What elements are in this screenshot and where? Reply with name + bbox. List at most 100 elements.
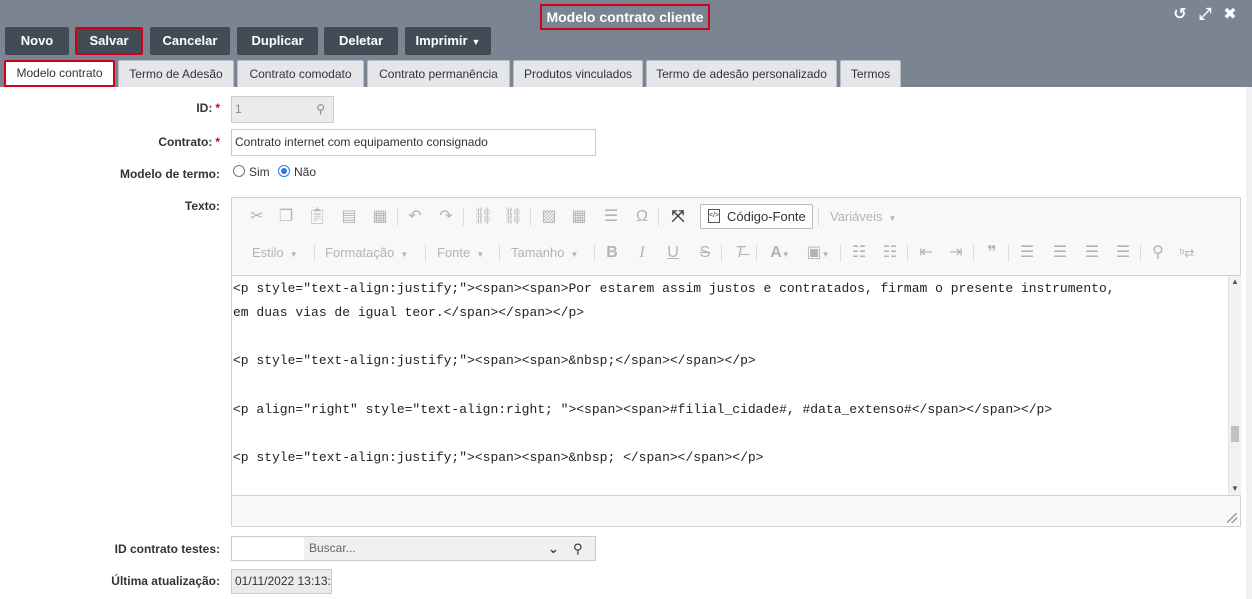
tab-termo-adesao-personalizado[interactable]: Termo de adesão personalizado bbox=[646, 60, 837, 87]
numbered-list-icon[interactable]: ☷ bbox=[849, 244, 869, 262]
background-color-icon[interactable]: ▣▼ bbox=[803, 244, 833, 264]
window-header: Modelo contrato cliente ↺ ⤢ ✖ Novo Salva… bbox=[0, 0, 1252, 87]
scroll-up-icon[interactable]: ▲ bbox=[1229, 276, 1241, 288]
toolbar-divider bbox=[530, 208, 531, 226]
deletar-button[interactable]: Deletar bbox=[324, 27, 398, 55]
tab-modelo-contrato[interactable]: Modelo contrato bbox=[4, 60, 115, 87]
toolbar-divider bbox=[314, 244, 315, 262]
editor-footer bbox=[232, 495, 1240, 526]
italic-icon[interactable]: I bbox=[632, 244, 652, 262]
imprimir-label: Imprimir bbox=[415, 33, 468, 48]
cut-icon[interactable]: ✂ bbox=[247, 208, 267, 226]
scrollbar-thumb[interactable] bbox=[1231, 426, 1239, 442]
format-dropdown[interactable]: Formatação ▼ bbox=[325, 244, 408, 264]
toolbar-divider bbox=[1140, 244, 1141, 262]
tab-produtos-vinculados[interactable]: Produtos vinculados bbox=[513, 60, 643, 87]
contrato-label: Contrato: * bbox=[158, 135, 220, 149]
search-icon: ⚲ bbox=[316, 102, 325, 116]
window-title: Modelo contrato cliente bbox=[540, 4, 710, 30]
find-icon[interactable]: ⚲ bbox=[1148, 244, 1168, 262]
editor-toolbar: ✂ ❐ 📋︎ ▤ ▦ ↶ ↷ ⛓ ⛓ ▨ ▦ ☰ Ω ⤧ </> Código-… bbox=[232, 198, 1240, 276]
tab-termo-adesao[interactable]: Termo de Adesão bbox=[118, 60, 234, 87]
page-scrollbar[interactable] bbox=[1246, 87, 1252, 599]
history-icon[interactable]: ↺ bbox=[1171, 6, 1189, 24]
id-label: ID: * bbox=[196, 101, 220, 115]
blockquote-icon[interactable]: ❞ bbox=[982, 244, 1002, 262]
undo-icon[interactable]: ↶ bbox=[405, 208, 425, 226]
toolbar-divider bbox=[397, 208, 398, 226]
radio-nao[interactable] bbox=[278, 165, 290, 177]
radio-nao-label[interactable]: Não bbox=[294, 165, 316, 179]
paste-icon[interactable]: 📋︎ bbox=[307, 208, 327, 226]
maximize-icon[interactable]: ⤧ bbox=[668, 208, 688, 226]
id-contrato-testes-combo[interactable]: Buscar... ⌄ ⚲ bbox=[231, 536, 596, 561]
source-code-button[interactable]: </> Código-Fonte bbox=[700, 204, 813, 229]
special-char-icon[interactable]: Ω bbox=[632, 208, 652, 226]
toolbar-divider bbox=[756, 244, 757, 262]
outdent-icon[interactable]: ⇤ bbox=[916, 244, 936, 262]
cancelar-button[interactable]: Cancelar bbox=[150, 27, 230, 55]
copy-icon[interactable]: ❐ bbox=[276, 208, 296, 226]
replace-icon[interactable]: ᵇ⇄ bbox=[1177, 244, 1197, 262]
align-right-icon[interactable]: ☰ bbox=[1082, 244, 1102, 262]
variables-dropdown[interactable]: Variáveis ▼ bbox=[830, 208, 896, 228]
tab-contrato-comodato[interactable]: Contrato comodato bbox=[237, 60, 364, 87]
caret-down-icon: ▼ bbox=[471, 37, 481, 47]
id-field: 1 ⚲ bbox=[231, 96, 334, 123]
link-icon[interactable]: ⛓ bbox=[473, 208, 493, 226]
bold-icon[interactable]: B bbox=[602, 244, 622, 262]
font-dropdown[interactable]: Fonte ▼ bbox=[437, 244, 484, 264]
code-line: <p style="text-align:justify;"><span><sp… bbox=[233, 450, 764, 465]
duplicar-button[interactable]: Duplicar bbox=[237, 27, 318, 55]
indent-icon[interactable]: ⇥ bbox=[946, 244, 966, 262]
size-dropdown[interactable]: Tamanho ▼ bbox=[511, 244, 578, 264]
toolbar-divider bbox=[425, 244, 426, 262]
salvar-button[interactable]: Salvar bbox=[75, 27, 143, 55]
style-dropdown[interactable]: Estilo ▼ bbox=[252, 244, 298, 264]
resize-handle-icon[interactable] bbox=[1227, 513, 1237, 523]
expand-icon[interactable]: ⤢ bbox=[1196, 6, 1214, 24]
unlink-icon[interactable]: ⛓ bbox=[503, 208, 523, 226]
redo-icon[interactable]: ↷ bbox=[436, 208, 456, 226]
close-icon[interactable]: ✖ bbox=[1221, 6, 1239, 24]
paste-word-icon[interactable]: ▦ bbox=[370, 208, 390, 226]
rich-text-editor: ✂ ❐ 📋︎ ▤ ▦ ↶ ↷ ⛓ ⛓ ▨ ▦ ☰ Ω ⤧ </> Código-… bbox=[231, 197, 1241, 527]
scroll-down-icon[interactable]: ▼ bbox=[1229, 483, 1241, 495]
id-contrato-testes-input[interactable] bbox=[232, 537, 304, 560]
modelo-termo-label: Modelo de termo: bbox=[119, 167, 220, 181]
imprimir-button[interactable]: Imprimir ▼ bbox=[405, 27, 491, 55]
code-line: <p style="text-align:justify;"><span><sp… bbox=[233, 281, 1115, 296]
code-line: em duas vias de igual teor.</span></span… bbox=[233, 305, 585, 320]
align-left-icon[interactable]: ☰ bbox=[1017, 244, 1037, 262]
align-justify-icon[interactable]: ☰ bbox=[1113, 244, 1133, 262]
toolbar-divider bbox=[463, 208, 464, 226]
id-value: 1 bbox=[235, 102, 242, 116]
radio-sim[interactable] bbox=[233, 165, 245, 177]
radio-sim-label[interactable]: Sim bbox=[249, 165, 270, 179]
editor-scrollbar[interactable]: ▲ ▼ bbox=[1228, 276, 1241, 495]
align-center-icon[interactable]: ☰ bbox=[1050, 244, 1070, 262]
code-line: <p style="text-align:justify;"><span><sp… bbox=[233, 353, 756, 368]
tab-contrato-permanencia[interactable]: Contrato permanência bbox=[367, 60, 510, 87]
remove-format-icon[interactable]: T̶ bbox=[730, 244, 750, 262]
toolbar-divider bbox=[1008, 244, 1009, 262]
bullet-list-icon[interactable]: ☷ bbox=[880, 244, 900, 262]
chevron-down-icon[interactable]: ⌄ bbox=[548, 537, 559, 560]
image-icon[interactable]: ▨ bbox=[539, 208, 559, 226]
code-line: <p align="right" style="text-align:right… bbox=[233, 402, 1053, 417]
paste-text-icon[interactable]: ▤ bbox=[339, 208, 359, 226]
id-contrato-testes-label: ID contrato testes: bbox=[114, 542, 220, 556]
strikethrough-icon[interactable]: S bbox=[695, 244, 715, 262]
toolbar-divider bbox=[907, 244, 908, 262]
horizontal-line-icon[interactable]: ☰ bbox=[601, 208, 621, 226]
text-color-icon[interactable]: A▼ bbox=[765, 244, 795, 264]
source-code-textarea[interactable]: <p style="text-align:justify;"><span><sp… bbox=[232, 276, 1228, 495]
contrato-input[interactable]: Contrato internet com equipamento consig… bbox=[231, 129, 596, 156]
search-icon[interactable]: ⚲ bbox=[573, 537, 583, 560]
table-icon[interactable]: ▦ bbox=[569, 208, 589, 226]
tab-termos[interactable]: Termos bbox=[840, 60, 901, 87]
underline-icon[interactable]: U bbox=[663, 244, 683, 262]
toolbar-divider bbox=[658, 208, 659, 226]
novo-button[interactable]: Novo bbox=[5, 27, 69, 55]
toolbar-divider bbox=[818, 208, 819, 226]
